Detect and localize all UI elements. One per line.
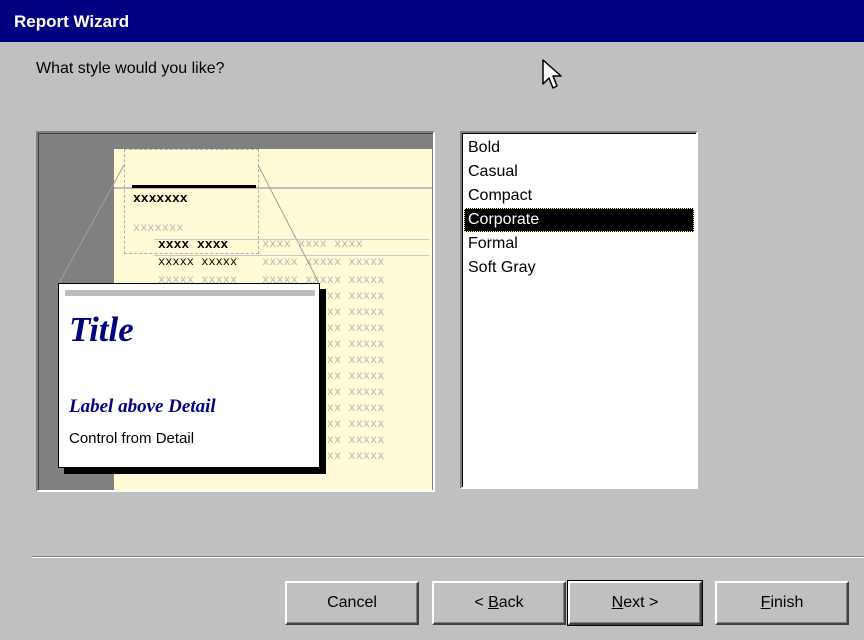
zoom-title: Title bbox=[69, 310, 134, 349]
next-button[interactable]: Next > bbox=[567, 580, 703, 626]
cancel-button[interactable]: Cancel bbox=[285, 581, 419, 625]
zoom-preview-card: Title Label above Detail Control from De… bbox=[58, 283, 320, 468]
style-prompt: What style would you like? bbox=[36, 60, 225, 77]
next-button-mnemonic: N bbox=[611, 594, 624, 611]
zoom-control: Control from Detail bbox=[69, 430, 195, 447]
back-button-prefix: < bbox=[474, 594, 489, 611]
style-option-formal[interactable]: Formal bbox=[464, 232, 694, 256]
title-bar: Report Wizard bbox=[0, 0, 864, 42]
window-title: Report Wizard bbox=[14, 12, 130, 31]
finish-button[interactable]: Finish bbox=[715, 581, 849, 625]
button-separator bbox=[32, 556, 864, 558]
style-option-soft-gray[interactable]: Soft Gray bbox=[464, 256, 694, 280]
style-option-bold[interactable]: Bold bbox=[464, 136, 694, 160]
back-button-rest: ack bbox=[498, 594, 524, 611]
back-button[interactable]: < Back bbox=[432, 581, 566, 625]
cancel-button-label: Cancel bbox=[327, 594, 377, 611]
style-listbox[interactable]: Bold Casual Compact Corporate Formal Sof… bbox=[459, 130, 699, 490]
back-button-mnemonic: B bbox=[488, 594, 499, 611]
arrow-cursor-icon bbox=[542, 59, 562, 89]
style-preview: xxxxxxx xxxxxxx xxxx xxxx xxxx xxxx xxxx… bbox=[36, 131, 435, 492]
finish-button-mnemonic: F bbox=[760, 594, 771, 611]
finish-button-rest: inish bbox=[770, 594, 804, 611]
style-option-compact[interactable]: Compact bbox=[464, 184, 694, 208]
next-button-rest: ext > bbox=[623, 594, 659, 611]
style-option-casual[interactable]: Casual bbox=[464, 160, 694, 184]
style-option-corporate[interactable]: Corporate bbox=[464, 208, 694, 232]
zoom-label: Label above Detail bbox=[69, 396, 216, 417]
